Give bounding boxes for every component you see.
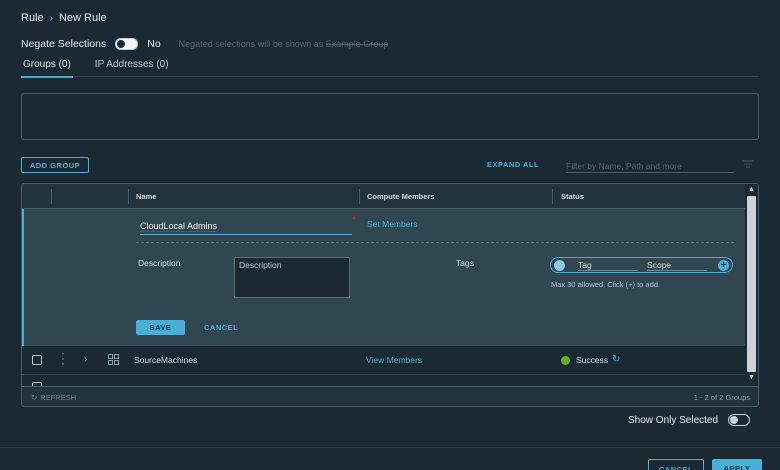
column-header-name[interactable]: Name [136,184,156,209]
tags-hint: Max 30 allowed. Click (+) to add. [551,280,661,289]
filter-input[interactable]: Filter by Name, Path and more [566,157,734,173]
row-name: SourceMachines [134,355,198,365]
scroll-down-icon[interactable]: ▼ [748,374,755,381]
negate-hint-example: Example Group [325,39,389,49]
toggle-knob [730,416,739,424]
tab-ip-addresses[interactable]: IP Addresses (0) [93,59,171,77]
set-members-link[interactable]: Set Members [367,219,418,229]
scroll-up-icon[interactable]: ▲ [748,186,755,193]
pagination-count: 1 - 2 of 2 Groups [693,393,750,402]
cancel-button[interactable]: CANCEL [648,459,704,470]
negate-selections-label: Negate Selections [21,38,107,50]
refresh-label: REFRESH [40,393,77,402]
group-name-input[interactable]: CloudLocal Admins [140,221,352,235]
required-indicator: * [352,215,356,226]
view-members-link[interactable]: View Members [366,355,422,365]
refresh-button[interactable]: ↻ REFRESH [31,393,76,402]
column-divider[interactable] [128,189,129,204]
table-row[interactable] [22,375,746,392]
column-divider [51,189,52,204]
column-header-compute-members[interactable]: Compute Members [367,184,435,209]
negate-hint: Negated selections will be shown as Exam… [179,39,389,49]
column-header-status[interactable]: Status [561,184,584,209]
negate-selections-value: No [147,38,161,50]
grid-header: Name Compute Members Status [22,184,746,209]
footer-divider [0,447,780,448]
save-button[interactable]: SAVE [136,320,185,335]
row-checkbox[interactable] [32,355,42,365]
negate-hint-text: Negated selections will be shown as [178,39,326,49]
negate-selections-toggle[interactable] [115,38,139,50]
refresh-icon: ↻ [31,393,38,402]
apply-button[interactable]: APPLY [712,459,762,470]
add-group-button[interactable]: ADD GROUP [21,157,89,173]
show-only-selected-label: Show Only Selected [628,414,719,426]
tag-color-dot-icon [554,260,565,271]
column-divider[interactable] [552,189,553,204]
table-row[interactable]: · · · › SourceMachines View Members Succes… [22,346,746,375]
negate-selections-row: Negate Selections No Negated selections … [21,38,388,50]
toggle-knob [117,40,126,48]
tags-input-group: Tag Scope + [550,257,733,273]
group-icon [108,354,119,365]
cancel-edit-button[interactable]: CANCEL [204,323,238,332]
show-only-selected: Show Only Selected [628,414,751,426]
tab-bar: Groups (0) IP Addresses (0) [21,59,759,78]
refresh-status-icon[interactable]: ↻ [612,354,620,365]
tag-input[interactable]: Tag [578,260,638,271]
description-textarea[interactable]: Description [234,257,350,298]
editor-divider [136,242,734,243]
row-status: Success [576,355,609,365]
scroll-thumb[interactable] [747,196,756,372]
filter-icon[interactable] [742,160,754,168]
group-name-value: CloudLocal Admins [140,221,218,232]
breadcrumb-current: New Rule [58,12,107,24]
expand-all-button[interactable]: EXPAND ALL [487,160,539,169]
add-tag-plus-icon[interactable]: + [718,260,729,271]
show-only-selected-toggle[interactable] [728,414,751,426]
success-status-icon [561,356,570,365]
breadcrumb-separator: › [49,12,53,24]
row-expand-chevron-icon[interactable]: › [84,354,87,365]
groups-datagrid: Name Compute Members Status CloudLocal A… [21,183,759,407]
breadcrumb-root[interactable]: Rule [21,12,44,24]
description-label: Description [138,258,181,268]
column-divider[interactable] [359,189,360,204]
selection-summary-box [21,93,759,140]
group-editor-row: CloudLocal Admins * Set Members Descript… [22,209,746,346]
tab-groups[interactable]: Groups (0) [21,59,73,78]
grid-scrollbar[interactable]: ▲ ▼ [745,184,758,386]
breadcrumb: Rule › New Rule [21,12,107,24]
scope-input[interactable]: Scope [647,260,707,271]
grid-footer: ↻ REFRESH 1 - 2 of 2 Groups [22,386,758,406]
tags-label: Tags [456,258,474,268]
row-actions-kebab-icon[interactable]: · · · [60,349,66,370]
